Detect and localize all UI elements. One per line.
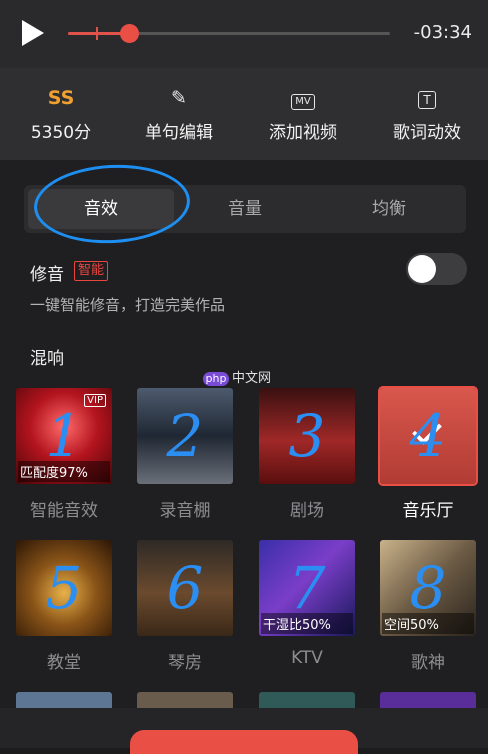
piano-room-thumbnail: 6 bbox=[137, 540, 233, 636]
ktv-thumbnail: 7 干湿比50% bbox=[259, 540, 355, 636]
add-video-button[interactable]: MV 添加视频 bbox=[242, 68, 364, 160]
lyric-effect-icon: T bbox=[366, 86, 488, 110]
effects-panel: 音效 音量 均衡 修音 智能 一键智能修音，打造完美作品 混响 VIP 1 匹配… bbox=[0, 160, 488, 748]
annotation-digit: 2 bbox=[166, 402, 204, 470]
tab-equalizer[interactable]: 均衡 bbox=[316, 189, 462, 229]
line-edit-button[interactable]: ✎ 单句编辑 bbox=[118, 68, 240, 160]
score-icon: SS bbox=[47, 87, 75, 109]
smart-effect-thumbnail: VIP 1 匹配度97% bbox=[16, 388, 112, 484]
annotation-digit: 5 bbox=[45, 554, 83, 622]
line-edit-label: 单句编辑 bbox=[145, 123, 213, 143]
annotation-digit: 8 bbox=[409, 554, 447, 622]
score-button[interactable]: SS 5350分 bbox=[0, 68, 122, 160]
annotation-digit: 6 bbox=[166, 554, 204, 622]
reverb-item-name: 剧场 bbox=[290, 501, 324, 521]
time-remaining: -03:34 bbox=[413, 22, 472, 43]
tune-toggle[interactable] bbox=[406, 253, 467, 285]
reverb-item-name: 琴房 bbox=[168, 653, 202, 673]
concert-hall-thumbnail: 4 bbox=[378, 386, 478, 486]
edit-line-icon: ✎ bbox=[171, 87, 187, 109]
watermark-text: 中文网 bbox=[232, 371, 272, 386]
lyric-effect-label: 歌词动效 bbox=[393, 123, 461, 143]
add-video-label: 添加视频 bbox=[269, 123, 337, 143]
annotation-digit: 7 bbox=[288, 554, 326, 622]
match-tag: 匹配度97% bbox=[18, 461, 110, 482]
progress-tick bbox=[96, 27, 98, 40]
reverb-item-name: KTV bbox=[291, 648, 323, 668]
tune-description: 一键智能修音，打造完美作品 bbox=[30, 296, 226, 314]
reverb-item-name: 音乐厅 bbox=[402, 501, 454, 521]
annotation-digit: 3 bbox=[288, 402, 326, 470]
watermark: php 中文网 bbox=[203, 367, 271, 386]
lyric-effect-button[interactable]: T 歌词动效 bbox=[366, 68, 488, 160]
smart-badge: 智能 bbox=[74, 261, 109, 281]
progress-slider[interactable] bbox=[68, 24, 390, 43]
lyric-effect-icon-text: T bbox=[418, 91, 436, 109]
annotation-digit: 1 bbox=[45, 402, 83, 470]
reverb-title: 混响 bbox=[30, 349, 64, 369]
reverb-item-name: 录音棚 bbox=[159, 501, 211, 521]
tune-title: 修音 bbox=[30, 265, 64, 285]
reverb-item-name: 教堂 bbox=[47, 653, 81, 673]
mv-icon: MV bbox=[242, 86, 364, 110]
singer-thumbnail: 8 空间50% bbox=[380, 540, 476, 636]
reverb-item-name: 智能音效 bbox=[30, 501, 98, 521]
mv-icon-text: MV bbox=[291, 94, 315, 110]
watermark-logo: php bbox=[203, 372, 229, 386]
tab-volume[interactable]: 音量 bbox=[172, 189, 318, 229]
progress-knob[interactable] bbox=[120, 24, 140, 43]
reverb-item-name: 歌神 bbox=[411, 653, 445, 673]
studio-thumbnail: 2 bbox=[137, 388, 233, 484]
edit-toolbar: SS 5350分 ✎ 单句编辑 MV 添加视频 T 歌词动效 bbox=[0, 68, 488, 160]
tune-toggle-knob bbox=[408, 255, 436, 283]
theater-thumbnail: 3 bbox=[259, 388, 355, 484]
annotation-digit: 4 bbox=[409, 402, 447, 470]
score-label: 5350分 bbox=[30, 123, 92, 143]
space-tag: 空间50% bbox=[382, 613, 474, 634]
player-bar: -03:34 bbox=[0, 0, 488, 68]
footer-bar bbox=[0, 708, 488, 754]
play-icon[interactable] bbox=[22, 20, 44, 46]
primary-action-button[interactable] bbox=[130, 730, 358, 754]
church-thumbnail: 5 bbox=[16, 540, 112, 636]
annotation-circle bbox=[32, 160, 192, 248]
wet-dry-tag: 干湿比50% bbox=[261, 613, 353, 634]
